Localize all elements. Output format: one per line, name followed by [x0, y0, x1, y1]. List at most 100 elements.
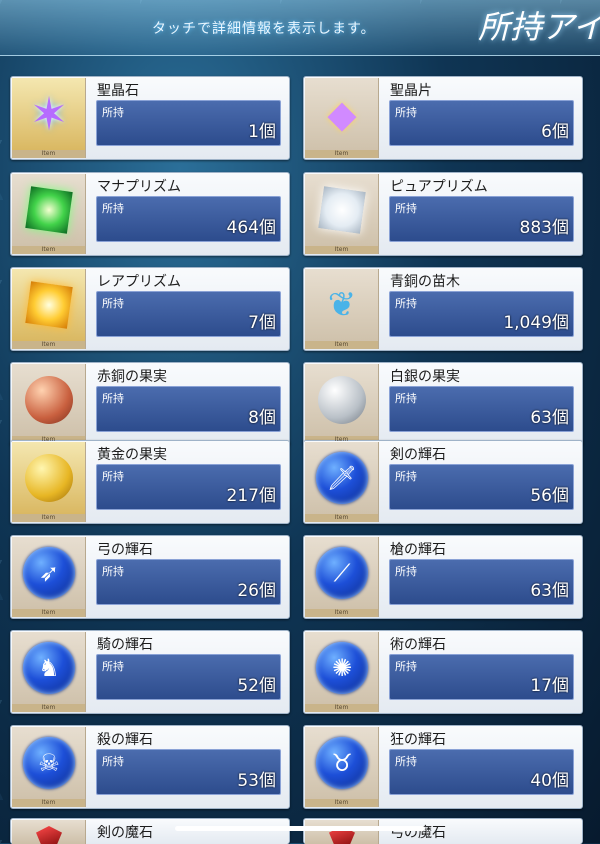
item-name: 赤銅の果実: [97, 369, 167, 385]
archer-gem-icon: ➶: [23, 547, 75, 599]
item-count: 56個: [530, 486, 569, 506]
item-count: 52個: [237, 676, 276, 696]
item-card[interactable]: 剣の魔石: [10, 818, 290, 844]
item-count: 40個: [530, 771, 569, 791]
saber-gem-icon: 🗡: [316, 452, 368, 504]
item-icon-frame: ♞ Item: [12, 632, 86, 712]
item-card[interactable]: 弓の魔石: [303, 818, 583, 844]
item-count: 7個: [248, 313, 276, 333]
hint-text: タッチで詳細情報を表示します。: [152, 21, 376, 37]
item-card[interactable]: Item レアプリズム 所持 7個: [10, 267, 290, 351]
item-count: 464個: [226, 218, 276, 238]
item-icon-frame: ◆ Item: [305, 78, 379, 158]
item-icon-frame: ⟋ Item: [305, 537, 379, 617]
count-panel: 所持 52個: [96, 654, 281, 700]
item-card[interactable]: ❦ Item 青銅の苗木 所持 1,049個: [303, 267, 583, 351]
golden-fruit-icon: [25, 454, 73, 502]
item-card[interactable]: 🗡 Item 剣の輝石 所持 56個: [303, 440, 583, 524]
item-icon-frame: Item: [12, 269, 86, 349]
rare-prism-icon: [25, 281, 73, 329]
caster-gem-icon: ✺: [316, 642, 368, 694]
mana-prism-icon: [25, 186, 73, 234]
item-count: 63個: [530, 408, 569, 428]
item-name: 騎の輝石: [97, 637, 153, 653]
assassin-gem-icon: ☠: [23, 737, 75, 789]
item-icon-frame: Item: [305, 364, 379, 444]
item-card[interactable]: ♉ Item 狂の輝石 所持 40個: [303, 725, 583, 809]
item-card[interactable]: Item 黄金の果実 所持 217個: [10, 440, 290, 524]
lancer-gem-icon: ⟋: [316, 547, 368, 599]
count-panel: 所持 217個: [96, 464, 281, 510]
item-count: 26個: [237, 581, 276, 601]
item-count: 6個: [541, 122, 569, 142]
item-name: 白銀の果実: [390, 369, 460, 385]
count-panel: 所持 464個: [96, 196, 281, 242]
item-name: 術の輝石: [390, 637, 446, 653]
saint-quartz-icon: ✶: [29, 87, 69, 141]
item-name: 青銅の苗木: [390, 274, 460, 290]
item-name: 弓の魔石: [390, 825, 446, 841]
item-card[interactable]: Item 赤銅の果実 所持 8個: [10, 362, 290, 446]
count-panel: 所持 883個: [389, 196, 574, 242]
item-name: 聖晶片: [390, 83, 432, 99]
item-card[interactable]: ◆ Item 聖晶片 所持 6個: [303, 76, 583, 160]
item-count: 53個: [237, 771, 276, 791]
count-panel: 所持 53個: [96, 749, 281, 795]
count-panel: 所持 1,049個: [389, 291, 574, 337]
count-panel: 所持 26個: [96, 559, 281, 605]
item-icon-frame: ✺ Item: [305, 632, 379, 712]
item-card[interactable]: ⟋ Item 槍の輝石 所持 63個: [303, 535, 583, 619]
rider-gem-icon: ♞: [23, 642, 75, 694]
item-icon-frame: 🗡 Item: [305, 442, 379, 522]
item-name: 黄金の果実: [97, 447, 167, 463]
count-panel: 所持 7個: [96, 291, 281, 337]
quartz-fragment-icon: ◆: [327, 92, 357, 136]
item-card[interactable]: ✺ Item 術の輝石 所持 17個: [303, 630, 583, 714]
item-name: 殺の輝石: [97, 732, 153, 748]
item-icon-frame: ❦ Item: [305, 269, 379, 349]
item-icon-frame: ♉ Item: [305, 727, 379, 807]
saber-magic-gem-icon: [36, 826, 62, 844]
item-card[interactable]: ➶ Item 弓の輝石 所持 26個: [10, 535, 290, 619]
bronze-sapling-icon: ❦: [327, 285, 357, 325]
item-icon-frame: Item: [12, 174, 86, 254]
item-icon-frame: Item: [12, 364, 86, 444]
item-name: 剣の魔石: [97, 825, 153, 841]
count-panel: 所持 63個: [389, 559, 574, 605]
item-icon-frame: Item: [305, 174, 379, 254]
item-card[interactable]: ☠ Item 殺の輝石 所持 53個: [10, 725, 290, 809]
item-name: マナプリズム: [97, 179, 181, 195]
item-count: 1個: [248, 122, 276, 142]
header-bar: タッチで詳細情報を表示します。 所持アイ: [0, 0, 600, 56]
item-card[interactable]: Item ピュアプリズム 所持 883個: [303, 172, 583, 256]
item-name: 狂の輝石: [390, 732, 446, 748]
item-count: 63個: [530, 581, 569, 601]
item-icon-frame: [305, 820, 379, 844]
home-indicator[interactable]: [175, 826, 425, 831]
item-name: 槍の輝石: [390, 542, 446, 558]
item-card[interactable]: ♞ Item 騎の輝石 所持 52個: [10, 630, 290, 714]
item-card[interactable]: ✶ Item 聖晶石 所持 1個: [10, 76, 290, 160]
item-name: 剣の輝石: [390, 447, 446, 463]
item-icon-frame: [12, 820, 86, 844]
item-count: 883個: [519, 218, 569, 238]
item-card[interactable]: Item 白銀の果実 所持 63個: [303, 362, 583, 446]
item-icon-frame: ✶ Item: [12, 78, 86, 158]
count-panel: 所持 17個: [389, 654, 574, 700]
item-name: 弓の輝石: [97, 542, 153, 558]
bronze-fruit-icon: [25, 376, 73, 424]
count-panel: 所持 6個: [389, 100, 574, 146]
silver-fruit-icon: [318, 376, 366, 424]
item-count: 1,049個: [503, 313, 569, 333]
pure-prism-icon: [318, 186, 366, 234]
count-panel: 所持 56個: [389, 464, 574, 510]
item-count: 217個: [226, 486, 276, 506]
item-icon-frame: Item: [12, 442, 86, 522]
count-panel: 所持 1個: [96, 100, 281, 146]
item-card[interactable]: Item マナプリズム 所持 464個: [10, 172, 290, 256]
item-name: ピュアプリズム: [390, 179, 488, 195]
item-name: レアプリズム: [97, 274, 181, 290]
item-icon-frame: ☠ Item: [12, 727, 86, 807]
berserker-gem-icon: ♉: [316, 737, 368, 789]
count-panel: 所持 63個: [389, 386, 574, 432]
